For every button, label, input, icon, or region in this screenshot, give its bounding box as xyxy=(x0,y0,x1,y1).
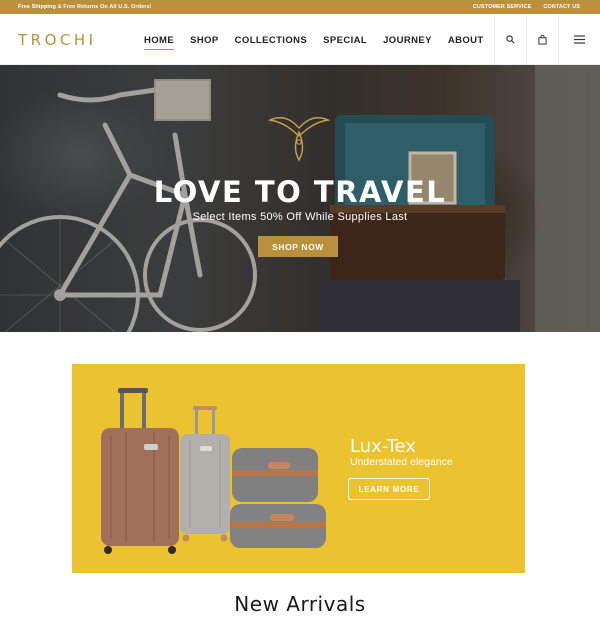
nav-item-journey[interactable]: JOURNEY xyxy=(383,35,432,50)
brand-emblem-icon xyxy=(268,117,330,162)
contact-us-link[interactable]: CONTACT US xyxy=(543,4,580,10)
menu-button[interactable] xyxy=(558,14,600,65)
banner-subtitle: Understated elegance xyxy=(350,456,453,468)
nav-item-shop[interactable]: SHOP xyxy=(190,35,219,50)
nav-item-collections[interactable]: COLLECTIONS xyxy=(235,35,307,50)
hero-banner: LOVE TO TRAVEL Select Items 50% Off Whil… xyxy=(0,65,600,332)
new-arrivals-heading: New Arrivals xyxy=(234,592,366,616)
search-icon xyxy=(506,35,515,44)
main-nav: HOME SHOP COLLECTIONS SPECIAL JOURNEY AB… xyxy=(144,35,500,50)
nav-item-special[interactable]: SPECIAL xyxy=(323,35,367,50)
learn-more-button[interactable]: LEARN MORE xyxy=(348,478,430,500)
nav-item-about[interactable]: ABOUT xyxy=(448,35,484,50)
nav-item-home[interactable]: HOME xyxy=(144,35,175,50)
cart-button[interactable] xyxy=(526,14,558,65)
logo[interactable]: TROCHI xyxy=(18,31,97,49)
luggage-set-image xyxy=(101,388,326,554)
hero-title: LOVE TO TRAVEL xyxy=(153,175,447,209)
customer-service-link[interactable]: CUSTOMER SERVICE xyxy=(473,4,532,10)
promo-text: Free Shipping & Free Returns On All U.S.… xyxy=(18,4,152,10)
hamburger-menu-icon xyxy=(574,35,585,44)
shop-now-button[interactable]: SHOP NOW xyxy=(258,236,338,257)
promo-bar: Free Shipping & Free Returns On All U.S.… xyxy=(0,0,600,14)
banner-title: Lux-Tex xyxy=(350,436,416,457)
header-actions xyxy=(494,14,600,65)
hero-subtitle: Select Items 50% Off While Supplies Last xyxy=(192,211,408,223)
lux-tex-promo-banner[interactable]: Lux-Tex Understated elegance LEARN MORE xyxy=(72,364,525,573)
search-button[interactable] xyxy=(494,14,526,65)
shopping-bag-icon xyxy=(538,34,547,45)
site-header: TROCHI HOME SHOP COLLECTIONS SPECIAL JOU… xyxy=(0,14,600,65)
utility-links: CUSTOMER SERVICE CONTACT US xyxy=(473,4,580,10)
